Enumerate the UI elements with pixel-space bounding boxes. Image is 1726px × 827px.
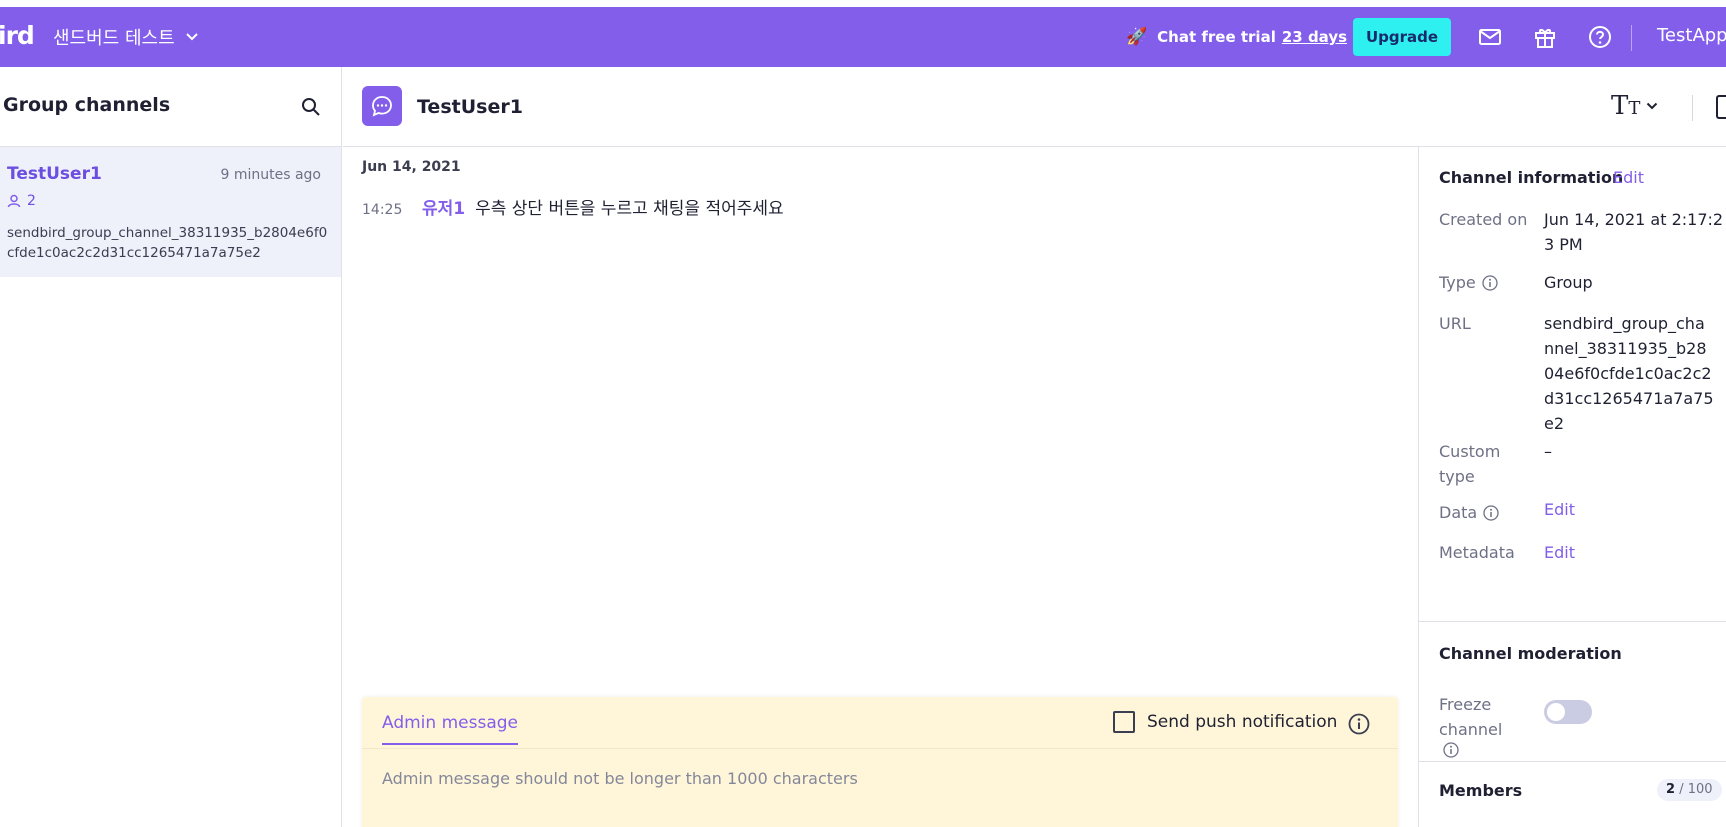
freeze-channel-toggle[interactable]: [1544, 700, 1592, 724]
channel-list-title: Group channels: [3, 94, 171, 116]
channel-name: TestUser1: [7, 164, 102, 184]
channel-info-title: Channel information: [1439, 168, 1624, 187]
mail-icon[interactable]: [1476, 23, 1504, 51]
trial-banner: 🚀 Chat free trial 23 days left: [1126, 27, 1382, 47]
member-count: 2: [27, 193, 36, 209]
info-icon[interactable]: [1483, 504, 1499, 521]
channel-avatar: [362, 86, 402, 126]
metadata-edit-link[interactable]: Edit: [1544, 540, 1575, 565]
message-item[interactable]: 14:25 유저1 우측 상단 버튼을 누르고 채팅을 적어주세요: [362, 194, 784, 219]
message-date: Jun 14, 2021: [362, 159, 461, 175]
admin-message-input[interactable]: [382, 763, 1372, 793]
push-notification-option[interactable]: Send push notification: [1113, 711, 1337, 733]
metadata-label: Metadata: [1439, 543, 1515, 562]
info-icon[interactable]: [1443, 742, 1459, 758]
created-value: Jun 14, 2021 at 2:17:23 PM: [1544, 210, 1724, 254]
chat-header: TestUser1 TT: [343, 67, 1726, 147]
search-icon[interactable]: [298, 94, 324, 120]
app-switcher[interactable]: 샌드버드 테스트: [53, 24, 199, 50]
message-text: 우측 상단 버튼을 누르고 채팅을 적어주세요: [475, 199, 784, 219]
top-bar: ird 샌드버드 테스트 🚀 Chat free trial 23 days l…: [0, 7, 1726, 67]
members-title: Members: [1439, 781, 1523, 800]
data-edit-link[interactable]: Edit: [1544, 497, 1575, 522]
custom-type-label: Custom type: [1439, 442, 1501, 486]
admin-message-composer: Admin message Send push notification: [362, 697, 1398, 827]
app-name: 샌드버드 테스트: [53, 28, 175, 49]
chat-panel: TestUser1 TT Jun 14, 2021 14:25 유저1 우측 상…: [343, 67, 1726, 827]
data-label: Data: [1439, 500, 1499, 525]
channel-info-edit-link[interactable]: Edit: [1613, 168, 1644, 187]
moderation-title: Channel moderation: [1439, 644, 1622, 663]
trial-prefix: Chat free trial: [1157, 28, 1276, 46]
type-label: Type: [1439, 270, 1498, 295]
topbar-divider: [1631, 25, 1632, 51]
panel-toggle-icon[interactable]: [1716, 95, 1726, 119]
push-notification-label[interactable]: Send push notification: [1147, 712, 1337, 732]
url-label: URL: [1439, 314, 1471, 333]
admin-divider: [362, 748, 1398, 749]
rocket-icon: 🚀: [1126, 27, 1148, 47]
section-divider: [1419, 621, 1726, 622]
info-icon[interactable]: [1347, 712, 1371, 736]
channel-info-panel: Channel information Edit Created on Jun …: [1418, 147, 1726, 827]
upgrade-button[interactable]: Upgrade: [1353, 18, 1451, 56]
message-time: 14:25: [362, 202, 403, 218]
chat-title: TestUser1: [417, 96, 523, 118]
chevron-down-icon: [185, 33, 198, 41]
custom-type-value: –: [1544, 442, 1552, 461]
push-notification-checkbox[interactable]: [1113, 711, 1135, 733]
channel-member-count: 2: [7, 193, 36, 209]
info-icon[interactable]: [1482, 274, 1498, 291]
tab-admin-message[interactable]: Admin message: [382, 713, 518, 745]
font-size-toggle[interactable]: TT: [1611, 91, 1658, 121]
members-count-badge: 2 / 100: [1657, 779, 1722, 801]
font-size-icon: TT: [1611, 91, 1641, 121]
channel-list-item[interactable]: TestUser1 9 minutes ago 2 sendbird_group…: [0, 147, 341, 277]
user-icon: [7, 194, 21, 208]
channel-url: sendbird_group_channel_38311935_b2804e6f…: [7, 225, 328, 261]
header-divider: [1692, 95, 1693, 121]
type-value: Group: [1544, 273, 1593, 292]
freeze-label-text: Freeze channel: [1439, 695, 1503, 739]
chevron-down-icon: [1647, 102, 1658, 110]
channel-list-panel: Group channels TestUser1 9 minutes ago 2…: [0, 67, 342, 827]
channel-time: 9 minutes ago: [220, 167, 321, 183]
members-count: 2: [1666, 782, 1676, 797]
org-name[interactable]: TestApp: [1657, 25, 1726, 46]
channel-list-header: Group channels: [0, 67, 341, 147]
trial-days-link[interactable]: 23 days: [1282, 28, 1347, 46]
gift-icon[interactable]: [1531, 23, 1559, 51]
url-value: sendbird_group_channel_38311935_b2804e6f…: [1544, 314, 1714, 433]
section-divider: [1419, 761, 1726, 762]
chat-bubble-icon: [372, 96, 392, 117]
message-sender[interactable]: 유저1: [422, 194, 465, 219]
top-strip: [0, 0, 1726, 7]
logo[interactable]: ird: [0, 21, 35, 50]
help-icon[interactable]: [1586, 23, 1614, 51]
type-label-text: Type: [1439, 273, 1476, 292]
members-limit: / 100: [1679, 782, 1713, 797]
created-label: Created on: [1439, 210, 1528, 229]
data-label-text: Data: [1439, 503, 1478, 522]
freeze-label: Freeze channel: [1439, 692, 1529, 758]
